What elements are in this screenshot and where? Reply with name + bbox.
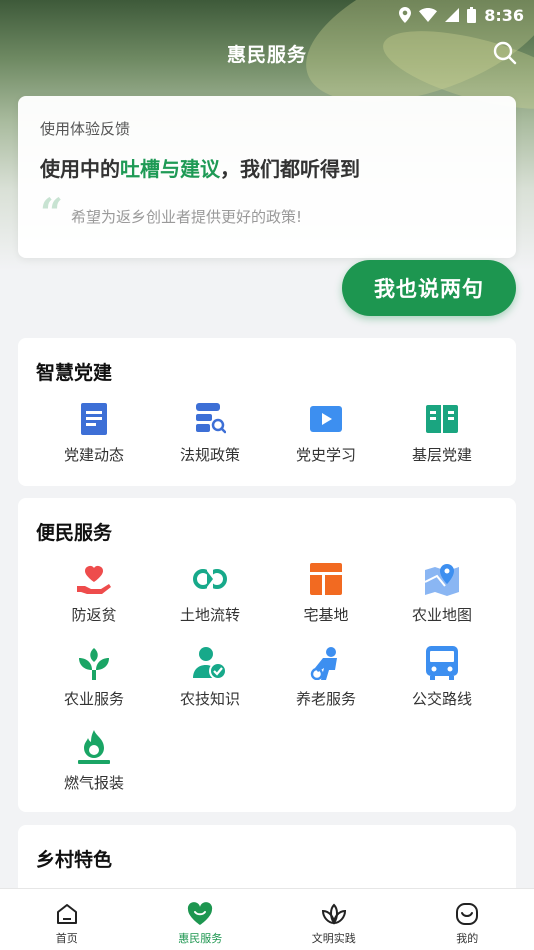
feedback-card[interactable]: 使用体验反馈 使用中的吐槽与建议，我们都听得到 “ 希望为返乡创业者提供更好的政… bbox=[18, 96, 516, 258]
book-icon bbox=[425, 402, 459, 436]
feedback-label: 使用体验反馈 bbox=[40, 120, 131, 138]
signal-icon bbox=[445, 8, 460, 22]
quote-text: 希望为返乡创业者提供更好的政策! bbox=[71, 207, 303, 226]
grid-item-land-transfer[interactable]: 土地流转 bbox=[152, 562, 268, 632]
gas-flame-icon bbox=[77, 730, 111, 764]
tab-label: 惠民服务 bbox=[178, 932, 223, 945]
law-search-icon bbox=[193, 402, 227, 436]
search-icon[interactable] bbox=[492, 40, 518, 66]
feedback-headline: 使用中的吐槽与建议，我们都听得到 bbox=[40, 153, 494, 182]
video-play-icon bbox=[309, 402, 343, 436]
grid-item-label: 防返贫 bbox=[71, 606, 117, 624]
grid-item-elderly-care[interactable]: 养老服务 bbox=[268, 646, 384, 716]
smart-party-section: 智慧党建 党建动态 法规政策 党史学习 基层党建 bbox=[18, 338, 516, 486]
speak-up-button[interactable]: 我也说两句 bbox=[342, 260, 516, 316]
feedback-quote: “ 希望为返乡创业者提供更好的政策! bbox=[40, 190, 494, 237]
wifi-icon bbox=[419, 8, 438, 22]
nav-bar: 惠民服务 bbox=[0, 30, 534, 76]
grid-item-label: 党史学习 bbox=[295, 446, 356, 464]
grid-item-label: 公交路线 bbox=[411, 690, 472, 708]
grid-item-agri-map[interactable]: 农业地图 bbox=[384, 562, 500, 632]
grid-item-bus-route[interactable]: 公交路线 bbox=[384, 646, 500, 716]
grid-item-grassroots-party[interactable]: 基层党建 bbox=[384, 402, 500, 472]
location-icon bbox=[399, 7, 412, 23]
elderly-icon bbox=[309, 646, 343, 680]
battery-icon bbox=[467, 7, 477, 23]
grid-item-label: 燃气报装 bbox=[63, 774, 124, 792]
lotus-icon bbox=[321, 901, 347, 927]
tab-label: 首页 bbox=[55, 932, 78, 945]
heart-hand-icon bbox=[77, 562, 111, 596]
map-pin-icon bbox=[425, 562, 459, 596]
grid-item-label: 农业地图 bbox=[411, 606, 472, 624]
heart-icon bbox=[187, 901, 213, 927]
bottom-tab-bar: 首页 惠民服务 文明实践 我的 bbox=[0, 888, 534, 950]
section-title: 智慧党建 bbox=[36, 362, 113, 384]
home-icon bbox=[54, 901, 80, 927]
transfer-icon bbox=[193, 562, 227, 596]
headline-highlight: 吐槽与建议 bbox=[120, 157, 220, 181]
grid-item-agri-knowledge[interactable]: 农技知识 bbox=[152, 646, 268, 716]
grid-item-label: 法规政策 bbox=[179, 446, 240, 464]
status-time: 8:36 bbox=[484, 5, 524, 25]
grid-item-label: 养老服务 bbox=[295, 690, 356, 708]
headline-suffix: ，我们都听得到 bbox=[220, 157, 360, 181]
tab-services[interactable]: 惠民服务 bbox=[134, 889, 268, 950]
grid-item-label: 宅基地 bbox=[303, 606, 349, 624]
tab-civilization[interactable]: 文明实践 bbox=[267, 889, 401, 950]
grid-item-anti-poverty[interactable]: 防返贫 bbox=[36, 562, 152, 632]
page-title: 惠民服务 bbox=[226, 43, 307, 66]
services-section: 便民服务 防返贫 土地流转 宅基地 农业地图 农业服务 农技知识 养老服务 公交… bbox=[18, 498, 516, 812]
bus-icon bbox=[425, 646, 459, 680]
tab-home[interactable]: 首页 bbox=[0, 889, 134, 950]
grid-item-label: 农业服务 bbox=[63, 690, 124, 708]
section-title: 便民服务 bbox=[36, 522, 113, 544]
expert-icon bbox=[193, 646, 227, 680]
grid-item-label: 土地流转 bbox=[179, 606, 240, 624]
quote-mark-icon: “ bbox=[40, 190, 64, 237]
grid-item-label: 基层党建 bbox=[411, 446, 472, 464]
grid-item-law-policy[interactable]: 法规政策 bbox=[152, 402, 268, 472]
sprout-icon bbox=[77, 646, 111, 680]
grid-item-gas-install[interactable]: 燃气报装 bbox=[36, 730, 152, 800]
news-icon bbox=[77, 402, 111, 436]
section-title: 乡村特色 bbox=[36, 849, 113, 871]
headline-prefix: 使用中的 bbox=[40, 157, 120, 181]
grid-item-party-news[interactable]: 党建动态 bbox=[36, 402, 152, 472]
grid-item-label: 党建动态 bbox=[63, 446, 124, 464]
status-bar: 8:36 bbox=[0, 0, 534, 30]
smile-icon bbox=[454, 901, 480, 927]
grid-item-party-history[interactable]: 党史学习 bbox=[268, 402, 384, 472]
grid-item-label: 农技知识 bbox=[179, 690, 240, 708]
tab-label: 文明实践 bbox=[311, 932, 356, 945]
grid-item-agri-service[interactable]: 农业服务 bbox=[36, 646, 152, 716]
layout-icon bbox=[309, 562, 343, 596]
tab-label: 我的 bbox=[456, 932, 479, 945]
tab-mine[interactable]: 我的 bbox=[401, 889, 534, 950]
grid-item-homestead[interactable]: 宅基地 bbox=[268, 562, 384, 632]
